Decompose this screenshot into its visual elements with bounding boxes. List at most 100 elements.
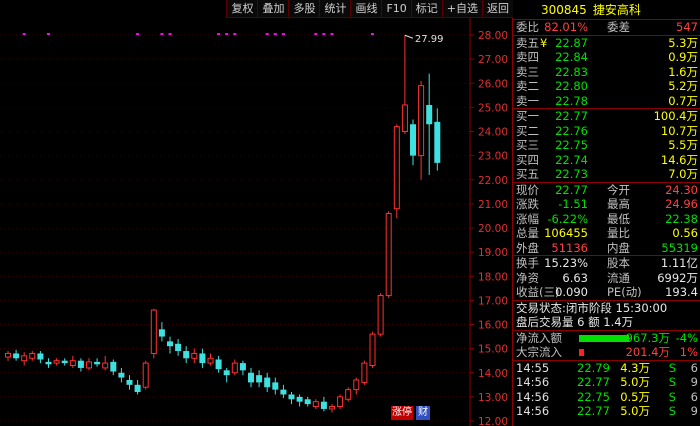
candle-body bbox=[393, 126, 400, 210]
event-marker bbox=[265, 33, 269, 35]
toolbar-button[interactable]: 返回 bbox=[482, 0, 513, 18]
stats-row: 换手 15.23% 股本 1.11亿 bbox=[513, 256, 700, 271]
y-tick-label: 23.00 bbox=[478, 151, 508, 163]
quote-row: 现价 22.77 今开 24.30 bbox=[513, 183, 700, 198]
candle-body bbox=[21, 355, 28, 362]
y-tick-label: 21.00 bbox=[478, 199, 508, 211]
candle-body bbox=[102, 362, 109, 369]
quote-label: 涨跌 bbox=[516, 197, 539, 211]
after-hours-volume: 盘后交易量 6 额 1.4万 bbox=[516, 315, 634, 329]
tick-row[interactable]: 14:56 22.77 5.0万 S 9 bbox=[513, 375, 700, 390]
candle-body bbox=[13, 353, 20, 359]
limit-up-tag[interactable]: 涨停 bbox=[391, 406, 413, 420]
tick-row[interactable]: 14:56 22.75 0.5万 S 6 bbox=[513, 390, 700, 405]
candle-body bbox=[434, 121, 441, 163]
quote-label: 内盘 bbox=[607, 240, 630, 255]
tick-count: 6 bbox=[690, 360, 698, 375]
candle-body bbox=[320, 401, 327, 409]
quote-value: 0.56 bbox=[672, 226, 698, 240]
stat-value: 6992万 bbox=[657, 270, 698, 285]
flow-row: 净流入额 -967.3万 -4% bbox=[513, 331, 700, 346]
event-marker bbox=[225, 33, 229, 35]
bid-book: 买一 22.77 100.4万 买二 22.76 10.7万 买三 22.75 5.5万 买四 22… bbox=[513, 108, 700, 182]
candle-body bbox=[94, 361, 101, 365]
tick-row[interactable]: 14:56 22.77 5.0万 S 9 bbox=[513, 404, 700, 419]
tick-volume: 4.3万 bbox=[620, 360, 650, 375]
toolbar-button[interactable]: 复权 bbox=[226, 0, 258, 18]
y-tick-label: 22.00 bbox=[478, 175, 508, 187]
stat-value: 15.23% bbox=[544, 256, 588, 270]
stat-value: 6.63 bbox=[562, 270, 588, 285]
kline-chart-panel[interactable]: 28.00 27.00 26.00 25.00 24.00 23.00 22.00 21.00… bbox=[0, 0, 513, 426]
event-marker bbox=[47, 33, 50, 35]
bid-row: 买五 22.73 7.0万 bbox=[513, 167, 700, 182]
flow-label: 净流入额 bbox=[516, 330, 562, 345]
quote-value: 24.96 bbox=[665, 197, 698, 211]
candle-body bbox=[53, 360, 60, 364]
candle-body bbox=[215, 359, 222, 370]
bid-price: 22.73 bbox=[555, 167, 588, 181]
quote-value: 22.77 bbox=[555, 182, 588, 197]
tick-side: S bbox=[668, 375, 676, 389]
toolbar-button[interactable]: 叠加 bbox=[257, 0, 289, 18]
tick-list[interactable]: 14:55 22.79 4.3万 S 6 14:56 22.77 5.0万 S 9 14:56 22.… bbox=[513, 359, 700, 419]
quote-panel: 300845 捷安高科 委比 82.01% 委差 547 卖五 ¥22.87 5.3万… bbox=[513, 0, 700, 426]
trade-status-text: 交易状态:闭市阶段 15:30:00 bbox=[516, 300, 668, 315]
bid-row: 买一 22.77 100.4万 bbox=[513, 109, 700, 124]
toolbar-button[interactable]: 画线 bbox=[350, 0, 382, 18]
tick-time: 14:56 bbox=[516, 389, 550, 404]
candle-body bbox=[61, 360, 68, 364]
toolbar-button[interactable]: 标记 bbox=[410, 0, 442, 18]
candle-body bbox=[377, 295, 384, 335]
finance-tag[interactable]: 财 bbox=[416, 406, 430, 420]
ask-row: 卖三 22.83 1.6万 bbox=[513, 65, 700, 80]
quote-row: 涨幅 -6.22% 最低 22.38 bbox=[513, 212, 700, 227]
tick-price: 22.77 bbox=[577, 375, 610, 389]
bid-label: 买三 bbox=[516, 138, 539, 152]
weicha-value: 547 bbox=[676, 20, 698, 34]
ask-price: 22.80 bbox=[555, 79, 588, 93]
toolbar-button[interactable]: 多股 bbox=[288, 0, 320, 18]
tick-time: 14:56 bbox=[516, 404, 550, 418]
chart-toolbar: 复权 叠加 多股 统计 画线 F10 标记 +自选 返回 bbox=[226, 0, 513, 18]
bid-volume: 5.5万 bbox=[668, 138, 698, 152]
candle-body bbox=[288, 394, 295, 400]
candle-body bbox=[312, 401, 319, 408]
quote-value: 51136 bbox=[551, 240, 588, 255]
candle-body bbox=[167, 341, 173, 347]
flow-label: 大宗流入 bbox=[516, 345, 562, 359]
flow-value: -967.3万 bbox=[621, 330, 670, 345]
bid-price: 22.77 bbox=[555, 109, 588, 123]
tick-row[interactable]: 14:55 22.79 4.3万 S 6 bbox=[513, 361, 700, 376]
candle-body bbox=[86, 361, 92, 369]
candle-body bbox=[207, 357, 214, 364]
stat-label: 换手 bbox=[516, 256, 539, 270]
ask-label: 卖三 bbox=[516, 64, 539, 79]
bid-label: 买四 bbox=[516, 152, 539, 167]
bid-row: 买三 22.75 5.5万 bbox=[513, 138, 700, 153]
bid-label: 买二 bbox=[516, 123, 539, 138]
y-tick-label: 20.00 bbox=[478, 223, 508, 235]
candle-body bbox=[296, 396, 303, 402]
ask-row: 卖五 ¥22.87 5.3万 bbox=[513, 36, 700, 51]
ask-volume: 0.7万 bbox=[668, 93, 698, 108]
tick-side: S bbox=[668, 389, 676, 404]
y-tick-label: 15.00 bbox=[478, 344, 508, 356]
tick-price: 22.77 bbox=[577, 404, 610, 418]
quote-label: 最低 bbox=[607, 211, 630, 226]
stock-stats: 换手 15.23% 股本 1.11亿 净资 6.63 流通 6992万 收益(三) 0.090 PE… bbox=[513, 255, 700, 300]
toolbar-button[interactable]: 统计 bbox=[319, 0, 351, 18]
candle-body bbox=[134, 384, 141, 393]
toolbar-button[interactable]: +自选 bbox=[441, 0, 482, 18]
ask-label: 卖五 bbox=[516, 35, 539, 50]
ask-volume: 5.3万 bbox=[668, 35, 698, 50]
y-tick-label: 14.00 bbox=[478, 368, 508, 380]
flow-row: 大宗流入 201.4万 1% bbox=[513, 345, 700, 360]
candle-body bbox=[175, 343, 182, 352]
candle-body bbox=[199, 353, 206, 364]
toolbar-button[interactable]: F10 bbox=[381, 0, 411, 18]
y-tick-label: 13.00 bbox=[478, 392, 508, 404]
candlestick-chart[interactable]: 28.00 27.00 26.00 25.00 24.00 23.00 22.00 21.00… bbox=[0, 18, 512, 426]
ask-row: 卖四 22.84 0.9万 bbox=[513, 50, 700, 65]
event-marker bbox=[371, 33, 374, 35]
